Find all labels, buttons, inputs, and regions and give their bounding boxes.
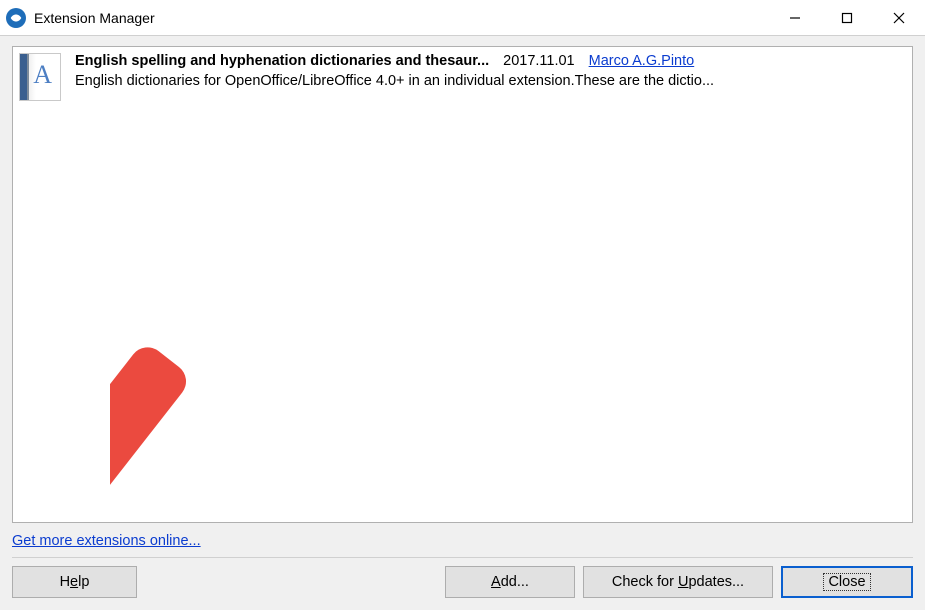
extension-name: English spelling and hyphenation diction…: [75, 53, 489, 69]
window-title: Extension Manager: [34, 10, 155, 26]
close-button-label: Close: [823, 573, 870, 591]
get-more-extensions-link[interactable]: Get more extensions online...: [12, 533, 201, 549]
extension-icon: [19, 53, 61, 101]
extension-info: English spelling and hyphenation diction…: [75, 53, 904, 101]
check-updates-button[interactable]: Check for Updates...: [583, 566, 773, 598]
app-icon: [6, 8, 26, 28]
minimize-button[interactable]: [769, 0, 821, 35]
extension-author-link[interactable]: Marco A.G.Pinto: [589, 53, 695, 69]
extensions-list[interactable]: English spelling and hyphenation diction…: [12, 46, 913, 523]
titlebar: Extension Manager: [0, 0, 925, 36]
below-list-area: Get more extensions online...: [12, 523, 913, 557]
maximize-button[interactable]: [821, 0, 873, 35]
button-bar: Help Add... Check for Updates... Close: [12, 557, 913, 610]
dialog-body: English spelling and hyphenation diction…: [0, 36, 925, 610]
extension-row[interactable]: English spelling and hyphenation diction…: [13, 47, 912, 107]
close-button[interactable]: Close: [781, 566, 913, 598]
add-button[interactable]: Add...: [445, 566, 575, 598]
extension-version: 2017.11.01: [503, 53, 575, 69]
extension-description: English dictionaries for OpenOffice/Libr…: [75, 73, 904, 89]
window-controls: [769, 0, 925, 35]
close-window-button[interactable]: [873, 0, 925, 35]
help-button[interactable]: Help: [12, 566, 137, 598]
